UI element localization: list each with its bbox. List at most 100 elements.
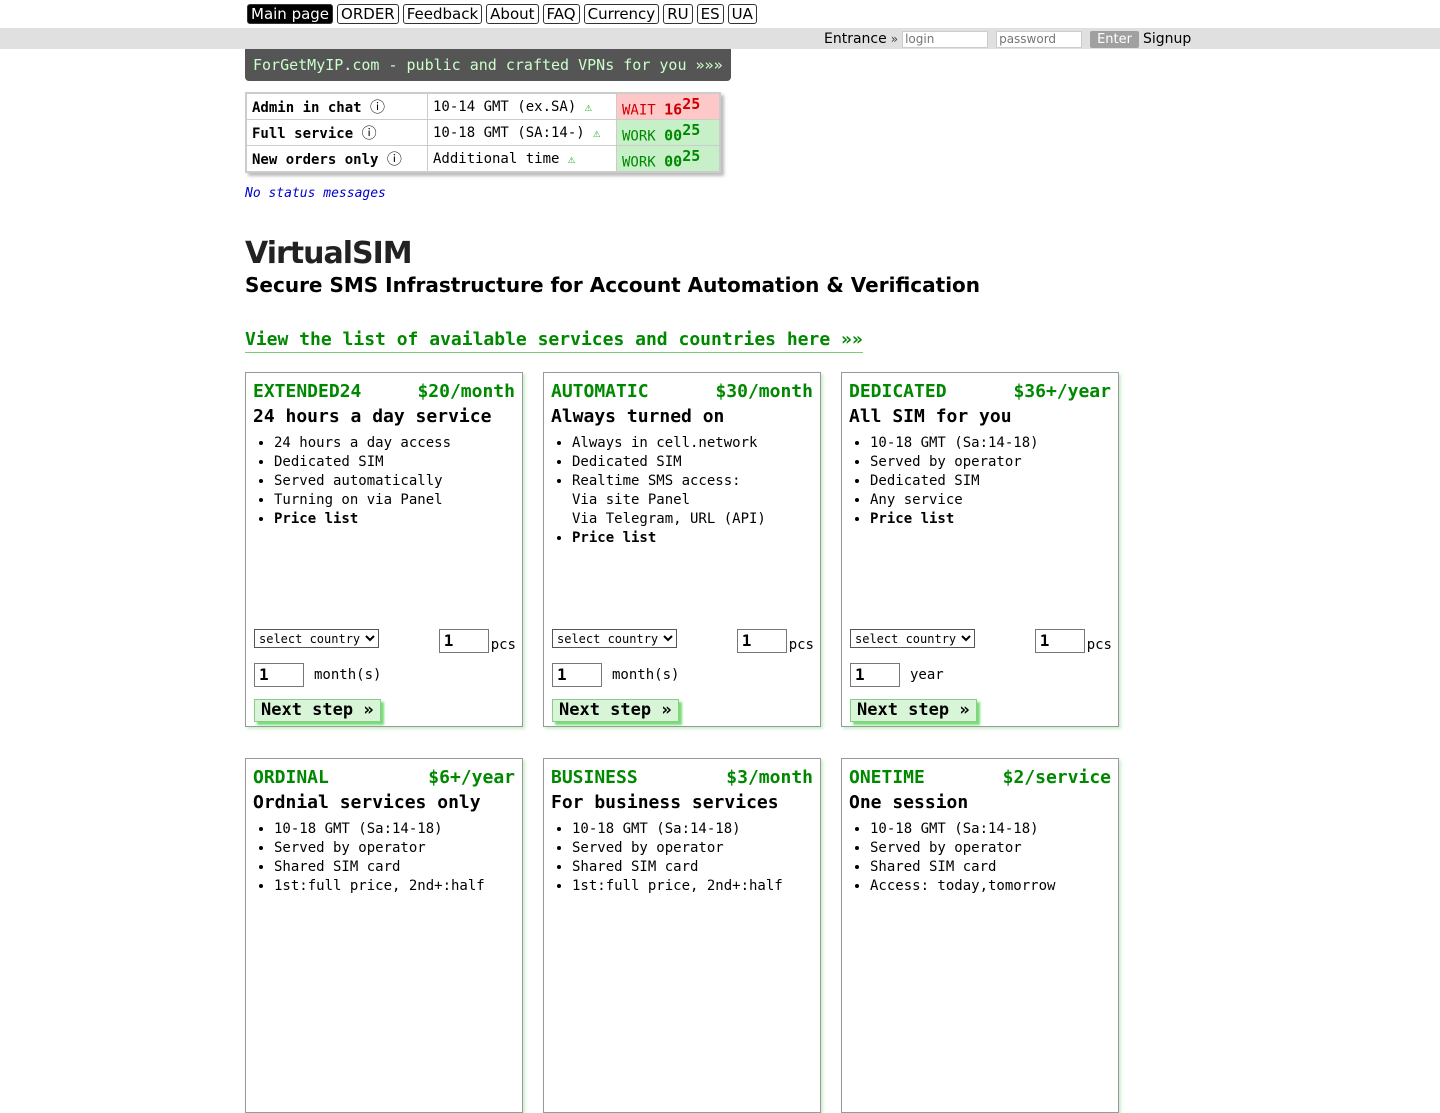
status-badge: WORK 0025 <box>616 119 721 146</box>
plan-name: BUSINESS <box>551 767 638 788</box>
page-title: VirtualSIM <box>245 236 413 271</box>
warning-icon: ⚠ <box>584 99 592 114</box>
status-row-new-orders: New orders only ⓘ Additional time ⚠ WORK… <box>245 145 721 173</box>
feature-item: 10-18 GMT (Sa:14-18) <box>870 434 1118 453</box>
period-unit: month(s) <box>314 667 382 683</box>
entrance-label: Entrance <box>824 31 887 47</box>
feature-item: 1st:full price, 2nd+:half <box>572 877 820 896</box>
plan-tagline: Always turned on <box>551 406 725 427</box>
feature-subline: Via Telegram, URL (API) <box>572 511 766 527</box>
period-unit: month(s) <box>612 667 680 683</box>
feature-list: Always in cell.network Dedicated SIM Rea… <box>544 434 820 548</box>
nav-faq[interactable]: FAQ <box>542 4 580 24</box>
feature-item: Dedicated SIM <box>274 453 522 472</box>
entrance-arrow: » <box>890 32 899 46</box>
feature-item: Access: today,tomorrow <box>870 877 1118 896</box>
feature-item: 10-18 GMT (Sa:14-18) <box>870 820 1118 839</box>
vpn-banner[interactable]: ForGetMyIP.com - public and crafted VPNs… <box>245 49 731 81</box>
quantity-unit: pcs <box>490 637 516 653</box>
nav-lang-ru[interactable]: RU <box>663 4 693 24</box>
status-message: No status messages <box>245 186 386 201</box>
plan-price: $2/service <box>1002 767 1111 788</box>
price-list-link[interactable]: Price list <box>870 510 1118 529</box>
plan-price: $3/month <box>726 767 813 788</box>
plan-price: $36+/year <box>1013 381 1111 402</box>
status-badge: WAIT 1625 <box>616 92 721 120</box>
status-hours: 10-14 GMT (ex.SA) <box>433 98 577 115</box>
next-step-button[interactable]: Next step » <box>850 699 977 722</box>
feature-item: Served by operator <box>274 839 522 858</box>
plan-tagline: One session <box>849 792 969 813</box>
info-icon[interactable]: ⓘ <box>387 150 402 168</box>
plan-price: $20/month <box>417 381 515 402</box>
login-bar: Entrance » Enter Signup <box>0 28 1440 49</box>
quantity-unit: pcs <box>788 637 814 653</box>
services-list-link[interactable]: View the list of available services and … <box>245 328 863 353</box>
plan-name: ORDINAL <box>253 767 329 788</box>
nav-currency[interactable]: Currency <box>583 4 660 24</box>
nav-main-page[interactable]: Main page <box>247 4 334 24</box>
plan-card-automatic: AUTOMATIC $30/month Always turned on Alwa… <box>543 372 821 727</box>
nav-about[interactable]: About <box>486 4 539 24</box>
feature-list: 10-18 GMT (Sa:14-18) Served by operator … <box>246 820 522 896</box>
nav-order[interactable]: ORDER <box>337 4 399 24</box>
country-select[interactable]: select country <box>552 629 677 648</box>
period-input[interactable]: 1 <box>552 663 602 687</box>
feature-list: 10-18 GMT (Sa:14-18) Served by operator … <box>544 820 820 896</box>
status-label: New orders only <box>252 152 379 168</box>
price-list-link[interactable]: Price list <box>274 510 522 529</box>
feature-item: 10-18 GMT (Sa:14-18) <box>274 820 522 839</box>
plan-card-extended24: EXTENDED24 $20/month 24 hours a day servi… <box>245 372 523 727</box>
plan-tagline: For business services <box>551 792 779 813</box>
login-input[interactable] <box>902 30 989 48</box>
plan-price: $30/month <box>715 381 813 402</box>
signup-link[interactable]: Signup <box>1143 31 1191 47</box>
plan-price: $6+/year <box>428 767 515 788</box>
nav-feedback[interactable]: Feedback <box>402 4 483 24</box>
plan-name: DEDICATED <box>849 381 947 402</box>
period-unit: year <box>910 667 944 683</box>
service-status-table: Admin in chat ⓘ 10-14 GMT (ex.SA) ⚠ WAIT… <box>245 92 721 173</box>
password-input[interactable] <box>996 30 1083 48</box>
plan-card-ordinal: ORDINAL $6+/year Ordnial services only 10… <box>245 758 523 1113</box>
feature-item: Served by operator <box>572 839 820 858</box>
nav-lang-es[interactable]: ES <box>696 4 724 24</box>
feature-item: Dedicated SIM <box>572 453 820 472</box>
quantity-input[interactable]: 1 <box>438 629 489 653</box>
warning-icon: ⚠ <box>593 125 601 140</box>
status-hours: Additional time <box>433 150 560 167</box>
top-nav: Main page ORDER Feedback About FAQ Curre… <box>247 4 757 24</box>
feature-item: 1st:full price, 2nd+:half <box>274 877 522 896</box>
info-icon[interactable]: ⓘ <box>370 98 385 116</box>
plan-card-onetime: ONETIME $2/service One session 10-18 GMT … <box>841 758 1119 1113</box>
quantity-input[interactable]: 1 <box>1034 629 1085 653</box>
country-select[interactable]: select country <box>850 629 975 648</box>
feature-item: Turning on via Panel <box>274 491 522 510</box>
status-label: Admin in chat <box>252 100 362 116</box>
next-step-button[interactable]: Next step » <box>552 699 679 722</box>
quantity-input[interactable]: 1 <box>736 629 787 653</box>
period-input[interactable]: 1 <box>254 663 304 687</box>
page-subtitle: Secure SMS Infrastructure for Account Au… <box>245 273 981 297</box>
enter-button[interactable]: Enter <box>1090 30 1139 48</box>
feature-item: Shared SIM card <box>274 858 522 877</box>
feature-item: Served by operator <box>870 453 1118 472</box>
feature-item: Shared SIM card <box>870 858 1118 877</box>
period-input[interactable]: 1 <box>850 663 900 687</box>
feature-item: 10-18 GMT (Sa:14-18) <box>572 820 820 839</box>
feature-item: Served automatically <box>274 472 522 491</box>
nav-lang-ua[interactable]: UA <box>727 4 757 24</box>
next-step-button[interactable]: Next step » <box>254 699 381 722</box>
feature-list: 10-18 GMT (Sa:14-18) Served by operator … <box>842 820 1118 896</box>
feature-item: Always in cell.network <box>572 434 820 453</box>
feature-item: Dedicated SIM <box>870 472 1118 491</box>
feature-subline: Via site Panel <box>572 492 691 508</box>
info-icon[interactable]: ⓘ <box>362 124 377 142</box>
quantity-unit: pcs <box>1086 637 1112 653</box>
plan-tagline: Ordnial services only <box>253 792 481 813</box>
country-select[interactable]: select country <box>254 629 379 648</box>
plan-tagline: 24 hours a day service <box>253 406 492 427</box>
status-badge: WORK 0025 <box>616 145 721 173</box>
price-list-link[interactable]: Price list <box>572 529 820 548</box>
plan-name: EXTENDED24 <box>253 381 362 402</box>
